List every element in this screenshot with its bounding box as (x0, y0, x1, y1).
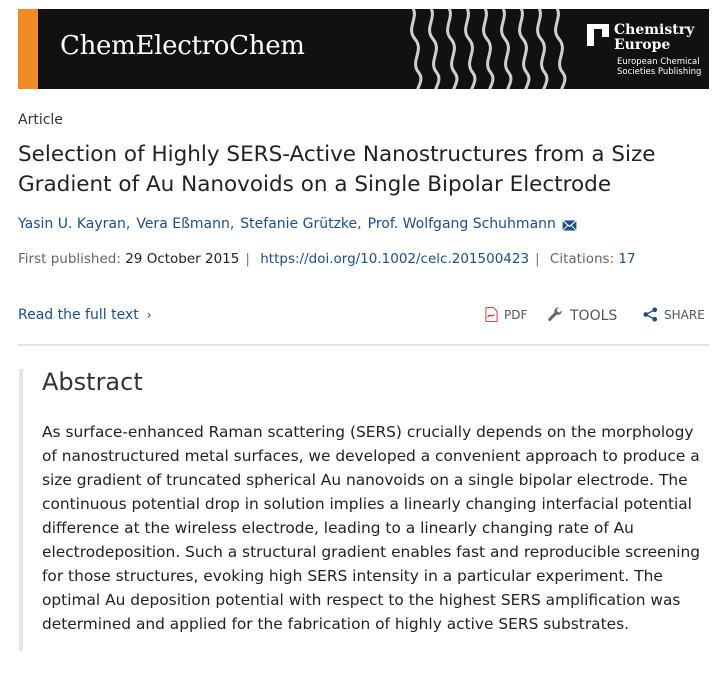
journal-name: ChemElectroChem (60, 31, 305, 61)
mail-icon[interactable] (562, 220, 578, 231)
read-full-text-link[interactable]: Read the full text › (18, 307, 152, 323)
publication-info: First published: 29 October 2015 | https:… (18, 251, 636, 267)
first-published-label: First published: (18, 251, 121, 267)
info-separator: | (535, 251, 540, 267)
author-link[interactable]: Stefanie Grützke (240, 216, 357, 232)
article-title: Selection of Highly SERS-Active Nanostru… (18, 142, 656, 197)
chemistry-europe-logo-icon (587, 24, 609, 46)
publisher-subtitle: European Chemical Societies Publishing (617, 57, 702, 77)
abstract-heading: Abstract (42, 368, 143, 396)
tools-button[interactable]: TOOLS (547, 306, 617, 324)
share-button[interactable]: SHARE (643, 307, 705, 322)
journal-banner[interactable]: ChemElectroChem Chemistry Europe Europea… (18, 9, 709, 89)
author-separator: , (125, 216, 131, 232)
abstract-side-bar (19, 369, 23, 651)
chevron-right-icon: › (146, 308, 152, 322)
author-link[interactable]: Vera Eßmann (136, 216, 230, 232)
abstract-text: As surface-enhanced Raman scattering (SE… (42, 423, 701, 633)
author-list: Yasin U. Kayran, Vera Eßmann, Stefanie Grü… (18, 216, 578, 232)
banner-pattern (407, 9, 569, 89)
doi-link[interactable]: https://doi.org/10.1002/celc.201500423 (260, 251, 529, 267)
first-published-date: 29 October 2015 (125, 251, 240, 267)
pdf-label: PDF (504, 308, 528, 322)
info-separator: | (245, 251, 250, 267)
pdf-icon (485, 307, 498, 322)
wrench-icon (548, 307, 562, 321)
author-separator: , (229, 216, 235, 232)
section-divider (18, 344, 709, 346)
citations-label: Citations: (549, 251, 615, 267)
banner-accent (18, 9, 38, 89)
author-link[interactable]: Prof. Wolfgang Schuhmann (368, 216, 556, 232)
publisher-name: Chemistry Europe (614, 22, 695, 53)
share-label: SHARE (664, 308, 705, 322)
article-type-label: Article (18, 112, 63, 128)
author-separator: , (357, 216, 362, 232)
read-full-text-label: Read the full text (18, 307, 139, 323)
tools-label: TOOLS (570, 308, 618, 324)
citations-count-link[interactable]: 17 (618, 251, 635, 267)
author-link[interactable]: Yasin U. Kayran (18, 216, 126, 232)
pdf-button[interactable]: PDF (485, 307, 527, 322)
share-icon (643, 307, 658, 322)
